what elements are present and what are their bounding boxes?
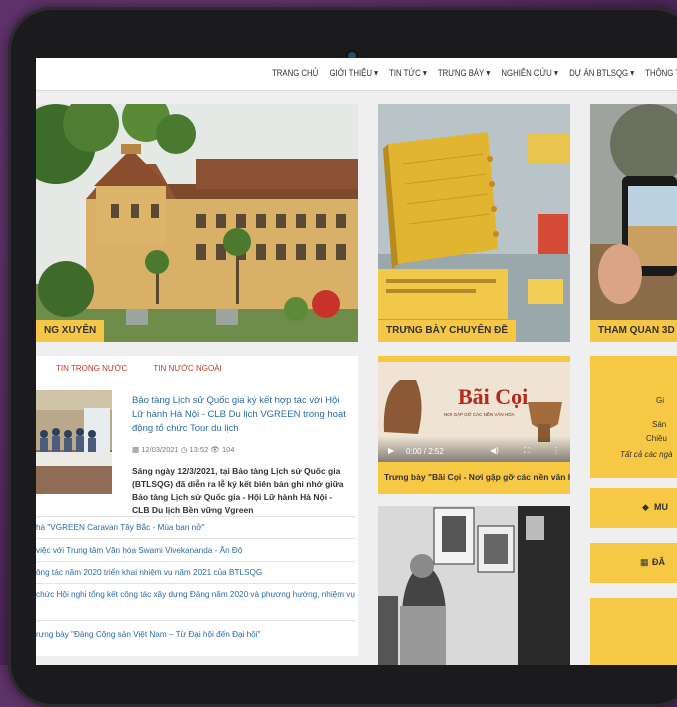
3d-tour-tag: THAM QUAN 3D (590, 320, 677, 342)
ticket-icon: ◆ (642, 502, 649, 512)
hours-line: Sán (652, 420, 667, 429)
news-headline[interactable]: Bảo tàng Lịch sử Quốc gia ký kết hợp tác… (132, 394, 352, 436)
news-list-item[interactable]: chức Hội nghị tổng kết công tác xây dựng… (36, 590, 356, 599)
volume-icon[interactable]: ◀) (490, 446, 499, 455)
hours-line: Tất cả các ngà (620, 450, 673, 459)
play-icon[interactable]: ▶ (388, 446, 394, 455)
nav-research[interactable]: NGHIÊN CỨU ▾ (501, 68, 557, 79)
hours-line: Chiều (646, 434, 667, 443)
news-views: 104 (221, 445, 235, 454)
exhibit-tag: TRƯNG BÀY CHUYÊN ĐỀ (378, 320, 517, 342)
video-caption[interactable]: Trưng bày "Bãi Cọi - Nơi gặp gỡ các nền … (384, 472, 570, 482)
opening-hours-box: Gi Sán Chiều Tất cả các ngà (590, 356, 677, 478)
calendar-icon: ▦ (640, 557, 649, 567)
register-button[interactable]: ▦ ĐĂ (590, 543, 677, 583)
divider (36, 561, 356, 562)
browser-screen: TRANG CHỦ GIỚI THIỆU ▾ TIN TỨC ▾ TRƯNG B… (36, 58, 677, 665)
news-date: 12/03/2021 (141, 445, 179, 454)
clock-icon: ◷ (180, 445, 188, 454)
nav-home[interactable]: TRANG CHỦ (272, 68, 318, 79)
news-list-item[interactable]: ông tác năm 2020 triển khai nhiệm vụ năm… (36, 568, 356, 577)
main-nav: TRANG CHỦ GIỚI THIỆU ▾ TIN TỨC ▾ TRƯNG B… (272, 68, 677, 79)
museum-building-image (36, 104, 358, 342)
hero-museum-card[interactable]: NG XUYÊN (36, 104, 358, 342)
calendar-icon: ▦ (132, 445, 140, 454)
archive-photo-image (378, 506, 570, 665)
hero-exhibit-card[interactable]: TRƯNG BÀY CHUYÊN ĐỀ (378, 104, 570, 342)
more-options-icon[interactable]: ⋮ (552, 446, 560, 455)
nav-info[interactable]: THÔNG TIN K (645, 68, 677, 79)
divider (36, 620, 356, 621)
archive-photo-card[interactable] (378, 506, 570, 665)
news-list-item[interactable]: hà "VGREEN Caravan Tây Bắc - Mùa ban nở" (36, 523, 356, 532)
top-navbar: TRANG CHỦ GIỚI THIỆU ▾ TIN TỨC ▾ TRƯNG B… (36, 58, 677, 91)
news-thumbnail[interactable] (36, 390, 112, 494)
buy-ticket-button[interactable]: ◆ MU (590, 488, 677, 528)
divider (36, 516, 356, 517)
hours-line: Gi (656, 396, 664, 405)
hero-3d-tour-card[interactable]: THAM QUAN 3D (590, 104, 677, 342)
video-controls: ▶ 0:00 / 2:52 ◀) ⛶ ⋮ (378, 436, 570, 462)
video-player[interactable]: Bãi Cọi NƠI GẶP GỠ CÁC NỀN VĂN HÓA ▶ 0:0… (378, 362, 570, 462)
promo-box[interactable] (590, 598, 677, 665)
video-subtitle: NƠI GẶP GỠ CÁC NỀN VĂN HÓA (444, 412, 515, 417)
news-panel: TIN TRONG NƯỚC TIN NƯỚC NGOÀI Bảo tàng L… (36, 356, 358, 656)
3d-tour-image (590, 104, 677, 342)
nav-about[interactable]: GIỚI THIỆU ▾ (330, 68, 379, 79)
divider (36, 538, 356, 539)
video-title: Bãi Cọi (458, 384, 529, 409)
nav-projects[interactable]: DỰ ÁN BTLSQG ▾ (569, 68, 634, 79)
divider (36, 583, 356, 584)
fullscreen-icon[interactable]: ⛶ (524, 446, 530, 456)
golden-book-image (378, 104, 570, 342)
tab-foreign-news[interactable]: TIN NƯỚC NGOÀI (153, 364, 221, 373)
register-label: ĐĂ (652, 557, 665, 567)
news-tabs: TIN TRONG NƯỚC TIN NƯỚC NGOÀI (56, 364, 246, 373)
tab-domestic-news[interactable]: TIN TRONG NƯỚC (56, 364, 127, 373)
views-icon: 👁 (210, 445, 220, 454)
news-time: 13:52 (189, 445, 209, 454)
news-list-item[interactable]: rưng bày "Đảng Cộng sản Việt Nam – Từ Đạ… (36, 630, 356, 639)
nav-exhibits[interactable]: TRƯNG BÀY ▾ (438, 68, 490, 79)
video-card: Bãi Cọi NƠI GẶP GỠ CÁC NỀN VĂN HÓA ▶ 0:0… (378, 356, 570, 494)
news-meta: ▦ 12/03/2021 ◷ 13:52 👁 104 (132, 445, 234, 454)
video-time: 0:00 / 2:52 (406, 447, 444, 456)
buy-ticket-label: MU (654, 502, 668, 512)
news-summary: Sáng ngày 12/3/2021, tại Bảo tàng Lịch s… (132, 466, 344, 515)
museum-tag: NG XUYÊN (36, 320, 105, 342)
nav-news[interactable]: TIN TỨC ▾ (389, 68, 427, 79)
news-list-item[interactable]: việc với Trung tâm Văn hóa Swami Vivekan… (36, 546, 356, 555)
